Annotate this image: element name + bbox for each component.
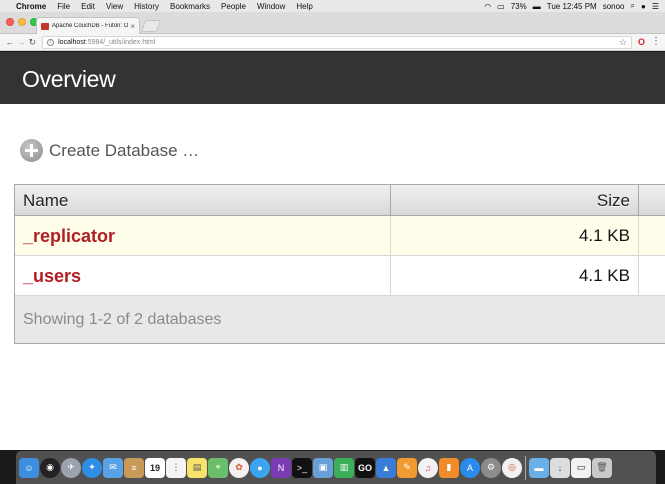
pages-icon[interactable]: ✎	[397, 457, 417, 478]
status-area: ◠ ▭ 73% ▬ Tue 12:45 PM sonoo ⌕ ● ☰	[484, 1, 659, 11]
url-path: :5984/_utils/index.html	[85, 38, 156, 46]
folder-icon[interactable]: ▬	[529, 457, 549, 478]
menu-bookmarks[interactable]: Bookmarks	[170, 2, 210, 11]
menu-view[interactable]: View	[106, 2, 123, 11]
chrome-menu-icon[interactable]: ⋮	[651, 37, 661, 47]
menu-people[interactable]: People	[221, 2, 246, 11]
overview-header: Overview	[0, 52, 665, 104]
battery-percent: 73%	[510, 1, 527, 11]
bookmark-star-icon[interactable]: ☆	[619, 37, 627, 48]
wifi-icon[interactable]: ◠	[484, 2, 491, 11]
table-row: _replicator 4.1 KB	[15, 216, 665, 256]
opera-extension-icon[interactable]: O	[638, 37, 645, 47]
keynote-icon[interactable]: ▲	[376, 457, 396, 478]
screen-icon[interactable]: ▭	[571, 457, 591, 478]
calendar-icon[interactable]: 19	[145, 457, 165, 478]
new-tab-button[interactable]	[140, 20, 162, 32]
battery-icon[interactable]: ▬	[533, 2, 541, 11]
maps-icon[interactable]: ⌖	[208, 457, 228, 478]
stickies-icon[interactable]: ▤	[187, 457, 207, 478]
terminal-icon[interactable]: >_	[292, 457, 312, 478]
clock[interactable]: Tue 12:45 PM	[547, 2, 597, 11]
database-link-users[interactable]: _users	[15, 256, 391, 295]
browser-toolbar: ← → ↻ i localhost:5984/_utils/index.html…	[0, 34, 665, 51]
menu-help[interactable]: Help	[296, 2, 312, 11]
airplay-icon[interactable]: ▭	[497, 2, 505, 11]
table-header: Name Size	[15, 185, 665, 216]
create-database-label: Create Database …	[49, 140, 200, 160]
column-header-size[interactable]: Size	[391, 185, 639, 215]
safari-icon[interactable]: ✦	[82, 457, 102, 478]
photos-icon[interactable]: ✿	[229, 457, 249, 478]
user-name[interactable]: sonoo	[603, 2, 625, 11]
chrome-icon[interactable]: ◎	[502, 457, 522, 478]
app-store-icon[interactable]: A	[460, 457, 480, 478]
table-row: _users 4.1 KB	[15, 256, 665, 296]
address-bar[interactable]: i localhost:5984/_utils/index.html ☆	[42, 35, 632, 49]
macos-dock: ☺ ◉ ✈ ✦ ✉ ≡ 19 ⋮ ▤ ⌖ ✿ ● N >_ ▣ ▥ GO ▲ ✎…	[16, 451, 656, 484]
tab-title: Apache CouchDB - Futon: Ov	[52, 23, 129, 29]
trash-icon[interactable]: 🗑	[592, 457, 612, 478]
numbers-icon[interactable]: ▥	[334, 457, 354, 478]
system-preferences-icon[interactable]: ⚙	[481, 457, 501, 478]
add-circle-icon	[20, 139, 43, 162]
downloads-icon[interactable]: ↓	[550, 457, 570, 478]
site-info-icon[interactable]: i	[47, 38, 55, 46]
browser-tab-futon[interactable]: Apache CouchDB - Futon: Ov ×	[36, 17, 140, 34]
siri-icon[interactable]: ◉	[40, 457, 60, 478]
database-size: 4.1 KB	[391, 216, 639, 255]
row-extra-cell	[639, 256, 665, 295]
row-extra-cell	[639, 216, 665, 255]
databases-table: Name Size _replicator 4.1 KB _users 4.1 …	[14, 184, 665, 344]
notes-icon[interactable]: ≡	[124, 457, 144, 478]
menu-app-chrome[interactable]: Chrome	[16, 2, 46, 11]
finder-icon[interactable]: ☺	[19, 457, 39, 478]
close-window-button[interactable]	[6, 18, 14, 26]
ibooks-icon[interactable]: ▮	[439, 457, 459, 478]
window-controls	[6, 18, 38, 26]
minimize-window-button[interactable]	[18, 18, 26, 26]
macos-menu-bar: Chrome File Edit View History Bookmarks …	[0, 0, 665, 12]
goland-icon[interactable]: GO	[355, 457, 375, 478]
page-content: Overview Create Database … Name Size _re…	[0, 52, 665, 450]
spotlight-icon[interactable]: ⌕	[631, 1, 635, 11]
mail-icon[interactable]: ✉	[103, 457, 123, 478]
notification-center-icon[interactable]: ☰	[652, 2, 659, 11]
url-host: localhost	[58, 38, 86, 46]
page-title: Overview	[22, 66, 116, 92]
database-link-replicator[interactable]: _replicator	[15, 216, 391, 255]
dock-separator	[525, 455, 526, 480]
itunes-icon[interactable]: ♫	[418, 457, 438, 478]
menu-history[interactable]: History	[134, 2, 159, 11]
reload-icon[interactable]: ↻	[27, 37, 38, 48]
launchpad-icon[interactable]: ✈	[61, 457, 81, 478]
tab-strip: Apache CouchDB - Futon: Ov ×	[0, 12, 665, 34]
onenote-icon[interactable]: N	[271, 457, 291, 478]
database-size: 4.1 KB	[391, 256, 639, 295]
preview-icon[interactable]: ▣	[313, 457, 333, 478]
column-header-name[interactable]: Name	[15, 185, 391, 215]
siri-menubar-icon[interactable]: ●	[641, 2, 646, 11]
close-tab-icon[interactable]: ×	[130, 22, 135, 31]
messages-icon[interactable]: ●	[250, 457, 270, 478]
menu-file[interactable]: File	[57, 2, 70, 11]
menu-edit[interactable]: Edit	[81, 2, 95, 11]
create-database-button[interactable]: Create Database …	[20, 139, 199, 162]
menu-window[interactable]: Window	[257, 2, 285, 11]
table-footer-count: Showing 1-2 of 2 databases	[15, 296, 665, 343]
reminders-icon[interactable]: ⋮	[166, 457, 186, 478]
forward-icon[interactable]: →	[15, 37, 26, 47]
back-icon[interactable]: ←	[4, 37, 15, 47]
couchdb-favicon-icon	[41, 22, 49, 30]
column-header-extra	[639, 185, 665, 215]
